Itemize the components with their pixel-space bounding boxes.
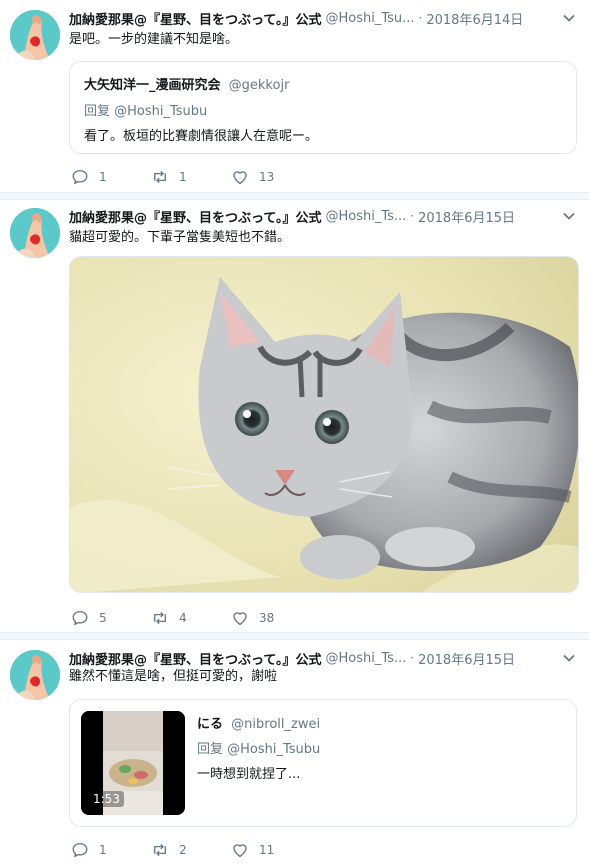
quoted-tweet[interactable]: 大矢知洋一_漫画研究会 @gekkojr 回复 @Hoshi_Tsubu 看了。… [69, 61, 577, 154]
quoted-tweet-text: 一時想到就捏了... [197, 767, 301, 782]
tweet-text: 貓超可愛的。下輩子當隻美短也不錯。 [69, 230, 291, 245]
retweet-button[interactable]: 4 [151, 609, 231, 627]
avatar[interactable] [10, 10, 60, 60]
tweet-actions: 5 4 38 [71, 608, 311, 628]
tweet-text: 是吧。一步的建議不知是啥。 [69, 32, 239, 47]
like-count: 11 [259, 843, 275, 857]
reply-button[interactable]: 1 [71, 168, 151, 186]
avatar[interactable] [10, 650, 60, 700]
reply-button[interactable]: 1 [71, 841, 151, 859]
avatar-image [10, 650, 60, 700]
reply-to-label: 回复 @Hoshi_Tsubu [197, 742, 321, 757]
quoted-tweet-header: 大矢知洋一_漫画研究会 @gekkojr [84, 74, 289, 93]
quoted-display-name: 大矢知洋一_漫画研究会 [84, 78, 221, 93]
display-name[interactable]: 加納愛那果@『星野、目をつぶって。』公式 [69, 207, 321, 226]
timestamp[interactable]: 2018年6月15日 [418, 649, 515, 668]
reply-button[interactable]: 5 [71, 609, 151, 627]
retweet-count: 4 [179, 611, 187, 625]
quoted-display-name: にる [197, 717, 224, 732]
reply-count: 5 [99, 611, 107, 625]
tweet-header: 加納愛那果@『星野、目をつぶって。』公式 @Hoshi_Tsu... · 201… [69, 8, 579, 28]
user-handle[interactable]: @Hoshi_Ts... [325, 651, 406, 666]
timestamp[interactable]: 2018年6月14日 [426, 9, 523, 28]
tweet-divider [0, 632, 589, 640]
video-thumbnail[interactable]: 1:53 [81, 711, 185, 815]
retweet-icon [151, 168, 169, 186]
reply-icon [71, 841, 89, 859]
chevron-down-icon[interactable] [561, 208, 577, 224]
tweet-2[interactable]: 加納愛那果@『星野、目をつぶって。』公式 @Hoshi_Ts... · 2018… [0, 200, 589, 636]
like-icon [231, 841, 249, 859]
reply-count: 1 [99, 843, 107, 857]
reply-count: 1 [99, 170, 107, 184]
tweet-photo[interactable] [69, 256, 579, 593]
reply-to-label: 回复 @Hoshi_Tsubu [84, 104, 208, 119]
chevron-down-icon[interactable] [561, 650, 577, 666]
tweet-actions: 1 1 13 [71, 167, 311, 187]
user-handle[interactable]: @Hoshi_Ts... [325, 209, 406, 224]
tweet-text: 雖然不懂這是啥，但挺可愛的，謝啦 [69, 669, 278, 684]
separator-dot: · [410, 651, 415, 665]
display-name[interactable]: 加納愛那果@『星野、目をつぶって。』公式 [69, 649, 321, 668]
retweet-icon [151, 609, 169, 627]
reply-icon [71, 609, 89, 627]
tweet-header: 加納愛那果@『星野、目をつぶって。』公式 @Hoshi_Ts... · 2018… [69, 648, 579, 668]
tweet-actions: 1 2 11 [71, 840, 311, 860]
like-button[interactable]: 11 [231, 841, 311, 859]
retweet-icon [151, 841, 169, 859]
retweet-button[interactable]: 2 [151, 841, 231, 859]
quoted-user-handle: @nibroll_zwei [231, 717, 321, 732]
like-count: 38 [259, 611, 275, 625]
separator-dot: · [418, 11, 423, 25]
tweet-3[interactable]: 加納愛那果@『星野、目をつぶって。』公式 @Hoshi_Ts... · 2018… [0, 640, 589, 868]
display-name[interactable]: 加納愛那果@『星野、目をつぶって。』公式 [69, 9, 321, 28]
reply-icon [71, 168, 89, 186]
like-button[interactable]: 13 [231, 168, 311, 186]
quoted-tweet-text: 看了。板垣的比賽劇情很讓人在意呢ー。 [84, 129, 318, 144]
avatar-image [10, 208, 60, 258]
quoted-tweet-header: にる @nibroll_zwei [197, 713, 320, 732]
chevron-down-icon[interactable] [561, 10, 577, 26]
retweet-count: 1 [179, 170, 187, 184]
like-icon [231, 609, 249, 627]
quoted-tweet[interactable]: 1:53 にる @nibroll_zwei 回复 @Hoshi_Tsubu 一時… [69, 699, 577, 827]
separator-dot: · [410, 209, 415, 223]
like-count: 13 [259, 170, 275, 184]
retweet-count: 2 [179, 843, 187, 857]
tweet-header: 加納愛那果@『星野、目をつぶって。』公式 @Hoshi_Ts... · 2018… [69, 206, 579, 226]
avatar-image [10, 10, 60, 60]
tweet-divider [0, 192, 589, 200]
video-duration-badge: 1:53 [89, 791, 124, 807]
cat-photo-image [70, 257, 578, 592]
user-handle[interactable]: @Hoshi_Tsu... [325, 11, 414, 26]
retweet-button[interactable]: 1 [151, 168, 231, 186]
timestamp[interactable]: 2018年6月15日 [418, 207, 515, 226]
like-icon [231, 168, 249, 186]
like-button[interactable]: 38 [231, 609, 311, 627]
tweet-1[interactable]: 加納愛那果@『星野、目をつぶって。』公式 @Hoshi_Tsu... · 201… [0, 0, 589, 196]
quoted-user-handle: @gekkojr [228, 78, 290, 93]
avatar[interactable] [10, 208, 60, 258]
